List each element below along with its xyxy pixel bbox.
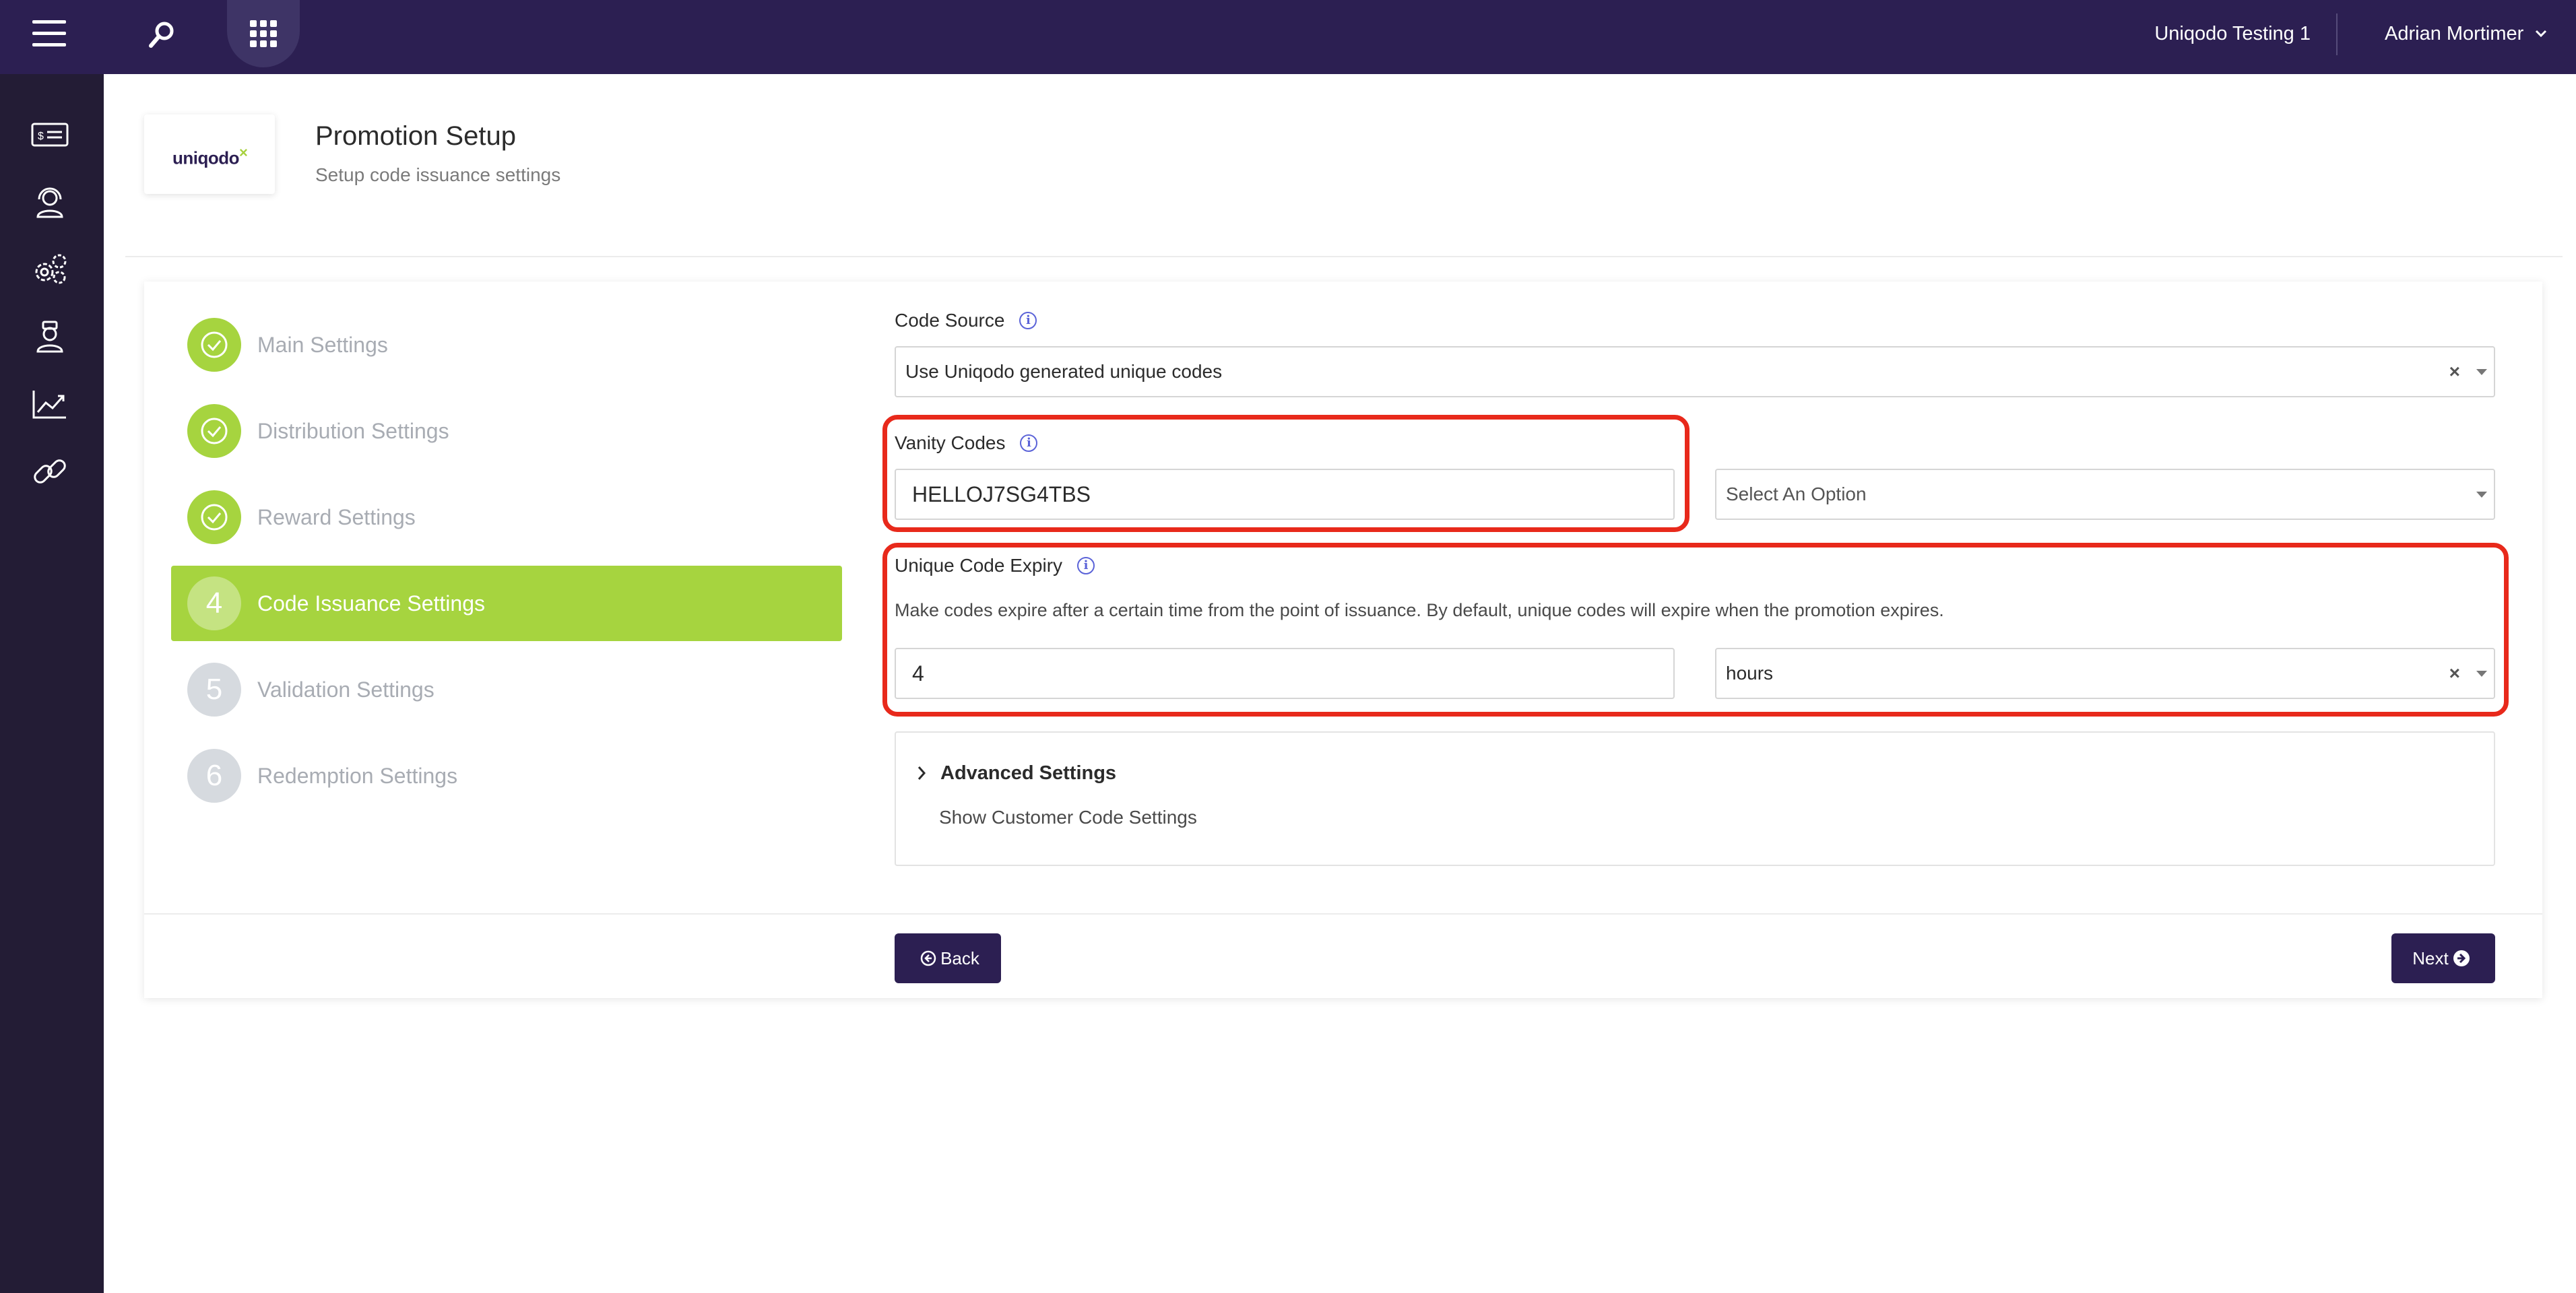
analytics-chart-icon[interactable] bbox=[28, 383, 71, 426]
company-logo: uniqodo× bbox=[144, 114, 275, 194]
code-source-value: Use Uniqodo generated unique codes bbox=[905, 361, 1223, 382]
step-label: Code Issuance Settings bbox=[257, 591, 485, 616]
select-placeholder: Select An Option bbox=[1726, 484, 1867, 504]
chevron-down-icon bbox=[2536, 30, 2547, 38]
step-number: 6 bbox=[187, 749, 241, 803]
svg-text:$: $ bbox=[38, 131, 44, 142]
step-label: Reward Settings bbox=[257, 505, 416, 529]
info-icon[interactable]: i bbox=[1019, 312, 1037, 329]
settings-gears-icon[interactable] bbox=[28, 248, 71, 291]
back-button-label: Back bbox=[940, 948, 979, 968]
back-button[interactable]: Back bbox=[895, 933, 1001, 983]
step-number: 5 bbox=[187, 663, 241, 717]
topbar-divider bbox=[2336, 13, 2338, 55]
page-title: Promotion Setup bbox=[315, 121, 516, 151]
sidebar: $ bbox=[0, 74, 104, 1293]
caret-down-icon bbox=[2476, 492, 2487, 498]
advanced-settings-panel bbox=[895, 731, 2495, 866]
logo-text: uniqodo bbox=[172, 147, 240, 168]
next-button-label: Next bbox=[2412, 948, 2449, 968]
caret-down-icon bbox=[2476, 369, 2487, 375]
step-label: Main Settings bbox=[257, 333, 388, 357]
code-source-label: Code Source i bbox=[895, 308, 1037, 333]
arrow-circle-right-icon bbox=[2453, 950, 2470, 966]
step-main-settings[interactable]: Main Settings bbox=[171, 307, 842, 383]
unique-code-expiry-highlight bbox=[882, 543, 2509, 717]
code-source-select[interactable]: Use Uniqodo generated unique codes × bbox=[895, 346, 2495, 397]
step-reward-settings[interactable]: Reward Settings bbox=[171, 479, 842, 555]
step-number: 4 bbox=[187, 576, 241, 630]
user-badge-icon[interactable] bbox=[28, 315, 71, 358]
user-name: Adrian Mortimer bbox=[2385, 23, 2524, 44]
step-redemption-settings[interactable]: 6 Redemption Settings bbox=[171, 738, 842, 814]
voucher-icon[interactable]: $ bbox=[28, 113, 71, 156]
check-circle-icon bbox=[187, 404, 241, 458]
search-icon[interactable] bbox=[141, 15, 182, 55]
code-source-label-text: Code Source bbox=[895, 310, 1005, 331]
hamburger-menu-icon[interactable] bbox=[32, 20, 66, 47]
user-menu[interactable]: Adrian Mortimer bbox=[2385, 20, 2548, 47]
card-footer-divider bbox=[144, 913, 2542, 915]
page-subtitle: Setup code issuance settings bbox=[315, 164, 561, 185]
header-divider bbox=[125, 256, 2563, 257]
step-label: Distribution Settings bbox=[257, 419, 449, 443]
advanced-settings-toggle[interactable]: Advanced Settings bbox=[916, 760, 1116, 787]
link-icon[interactable] bbox=[28, 450, 71, 493]
next-button[interactable]: Next bbox=[2391, 933, 2495, 983]
check-circle-icon bbox=[187, 490, 241, 544]
vanity-code-option-select[interactable]: Select An Option bbox=[1715, 469, 2495, 520]
arrow-circle-left-icon bbox=[920, 950, 936, 966]
support-agent-icon[interactable] bbox=[28, 180, 71, 224]
check-circle-icon bbox=[187, 318, 241, 372]
vanity-codes-highlight bbox=[882, 415, 1689, 532]
step-label: Redemption Settings bbox=[257, 764, 458, 788]
apps-grid-button[interactable] bbox=[227, 0, 300, 67]
step-code-issuance-settings[interactable]: 4 Code Issuance Settings bbox=[171, 566, 842, 641]
show-customer-code-settings-link[interactable]: Show Customer Code Settings bbox=[939, 805, 1197, 830]
apps-grid-icon bbox=[250, 20, 277, 47]
chevron-right-icon bbox=[917, 766, 926, 780]
step-label: Validation Settings bbox=[257, 677, 434, 702]
top-navigation-bar: Uniqodo Testing 1 Adrian Mortimer bbox=[0, 0, 2576, 74]
clear-icon[interactable]: × bbox=[2449, 347, 2460, 396]
step-distribution-settings[interactable]: Distribution Settings bbox=[171, 393, 842, 469]
step-validation-settings[interactable]: 5 Validation Settings bbox=[171, 652, 842, 727]
organization-name[interactable]: Uniqodo Testing 1 bbox=[2088, 20, 2311, 47]
advanced-settings-title: Advanced Settings bbox=[940, 762, 1117, 784]
